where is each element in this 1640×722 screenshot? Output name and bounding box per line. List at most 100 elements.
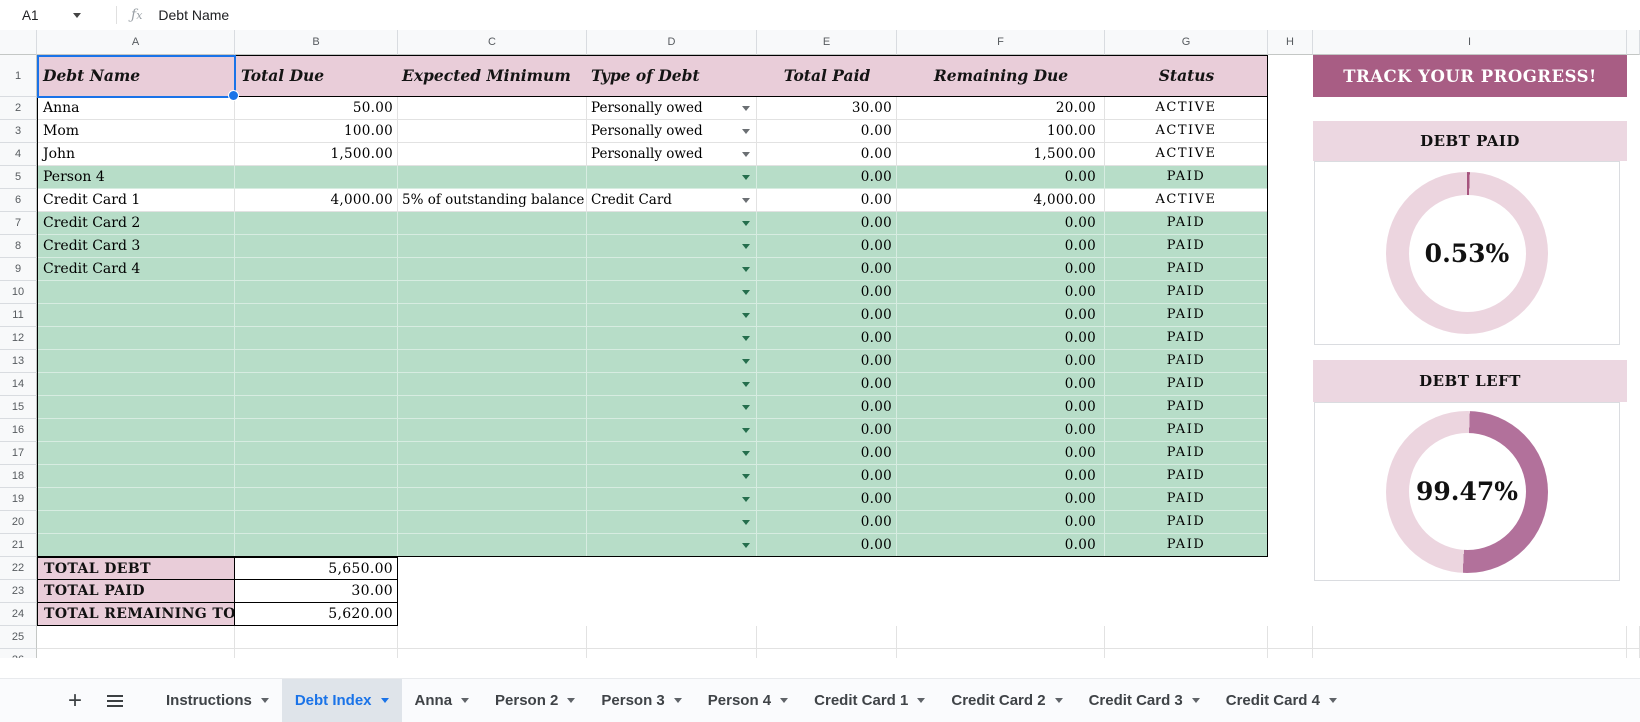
column-header-partial[interactable] bbox=[1627, 30, 1640, 55]
sheet-tab-debt-index[interactable]: Debt Index bbox=[282, 679, 402, 722]
cell-status[interactable]: PAID bbox=[1105, 373, 1268, 396]
type-of-debt-dropdown-icon[interactable] bbox=[742, 152, 750, 157]
cell-expected-minimum[interactable] bbox=[398, 120, 587, 143]
cell-expected-minimum[interactable] bbox=[398, 235, 587, 258]
cell-debt-name[interactable] bbox=[37, 465, 235, 488]
cell[interactable] bbox=[1627, 235, 1640, 258]
cell-status[interactable]: ACTIVE bbox=[1105, 120, 1268, 143]
column-header-A[interactable]: A bbox=[37, 30, 235, 55]
type-of-debt-dropdown-icon[interactable] bbox=[742, 244, 750, 249]
type-of-debt-dropdown-icon[interactable] bbox=[742, 451, 750, 456]
column-title-remaining-due[interactable]: Remaining Due bbox=[897, 55, 1105, 97]
row-header-15[interactable]: 15 bbox=[0, 396, 37, 419]
cell-remaining-due[interactable]: 0.00 bbox=[897, 235, 1105, 258]
cell[interactable] bbox=[1105, 580, 1268, 603]
cell-remaining-due[interactable]: 0.00 bbox=[897, 166, 1105, 189]
cell-total-due[interactable] bbox=[235, 396, 398, 419]
cell-total-paid[interactable]: 0.00 bbox=[757, 258, 897, 281]
cell-total-due[interactable]: 50.00 bbox=[235, 97, 398, 120]
cell[interactable] bbox=[1268, 649, 1313, 658]
cell-type-of-debt[interactable] bbox=[587, 396, 757, 419]
cell[interactable] bbox=[897, 580, 1105, 603]
cell-type-of-debt[interactable] bbox=[587, 304, 757, 327]
cell[interactable] bbox=[1313, 580, 1627, 603]
cell-expected-minimum[interactable] bbox=[398, 304, 587, 327]
row-header-4[interactable]: 4 bbox=[0, 143, 37, 166]
cell-total-paid[interactable]: 0.00 bbox=[757, 235, 897, 258]
cell-status[interactable]: PAID bbox=[1105, 327, 1268, 350]
type-of-debt-dropdown-icon[interactable] bbox=[742, 428, 750, 433]
cell[interactable] bbox=[1268, 626, 1313, 649]
type-of-debt-dropdown-icon[interactable] bbox=[742, 543, 750, 548]
sheet-tab-instructions[interactable]: Instructions bbox=[153, 679, 282, 722]
cell[interactable] bbox=[1105, 626, 1268, 649]
cell[interactable] bbox=[1105, 557, 1268, 580]
cell-total-paid[interactable]: 0.00 bbox=[757, 373, 897, 396]
cell[interactable] bbox=[1627, 212, 1640, 235]
cell-total-due[interactable] bbox=[235, 442, 398, 465]
cell-debt-name[interactable]: Anna bbox=[37, 97, 235, 120]
cell-status[interactable]: ACTIVE bbox=[1105, 143, 1268, 166]
row-header-6[interactable]: 6 bbox=[0, 189, 37, 212]
cell-debt-name[interactable] bbox=[37, 304, 235, 327]
cell[interactable] bbox=[1627, 488, 1640, 511]
cell-debt-name[interactable]: Credit Card 3 bbox=[37, 235, 235, 258]
column-header-G[interactable]: G bbox=[1105, 30, 1268, 55]
cell-type-of-debt[interactable] bbox=[587, 281, 757, 304]
formula-input[interactable]: Debt Name bbox=[158, 7, 229, 23]
row-header-1[interactable]: 1 bbox=[0, 55, 37, 97]
cell-total-paid[interactable]: 0.00 bbox=[757, 166, 897, 189]
cell-status[interactable]: PAID bbox=[1105, 166, 1268, 189]
cell[interactable] bbox=[1627, 396, 1640, 419]
cell-total-due[interactable] bbox=[235, 373, 398, 396]
column-title-expected-minimum[interactable]: Expected Minimum bbox=[398, 55, 587, 97]
cell-expected-minimum[interactable] bbox=[398, 465, 587, 488]
cell[interactable] bbox=[1627, 557, 1640, 580]
cell[interactable] bbox=[1268, 442, 1313, 465]
chevron-down-icon[interactable] bbox=[1329, 698, 1337, 703]
cell-status[interactable]: PAID bbox=[1105, 442, 1268, 465]
row-header-13[interactable]: 13 bbox=[0, 350, 37, 373]
cell-type-of-debt[interactable] bbox=[587, 442, 757, 465]
cell[interactable] bbox=[897, 626, 1105, 649]
cell-remaining-due[interactable]: 0.00 bbox=[897, 442, 1105, 465]
sheet-tab-person-2[interactable]: Person 2 bbox=[482, 679, 588, 722]
cell-expected-minimum[interactable] bbox=[398, 419, 587, 442]
type-of-debt-dropdown-icon[interactable] bbox=[742, 267, 750, 272]
cell-debt-name[interactable] bbox=[37, 511, 235, 534]
cell[interactable] bbox=[587, 603, 757, 626]
type-of-debt-dropdown-icon[interactable] bbox=[742, 175, 750, 180]
cell-remaining-due[interactable]: 0.00 bbox=[897, 350, 1105, 373]
cell-type-of-debt[interactable] bbox=[587, 327, 757, 350]
sheet-tab-anna[interactable]: Anna bbox=[402, 679, 483, 722]
cell[interactable] bbox=[587, 557, 757, 580]
debt-left-chart[interactable]: 99.47% bbox=[1314, 402, 1620, 581]
cell-status[interactable]: PAID bbox=[1105, 350, 1268, 373]
cell-total-paid[interactable]: 0.00 bbox=[757, 327, 897, 350]
cell[interactable] bbox=[398, 557, 587, 580]
type-of-debt-dropdown-icon[interactable] bbox=[742, 497, 750, 502]
total-label[interactable]: TOTAL DEBT bbox=[37, 557, 235, 580]
cell[interactable] bbox=[398, 649, 587, 658]
column-title-total-due[interactable]: Total Due bbox=[235, 55, 398, 97]
cell[interactable] bbox=[1313, 626, 1627, 649]
cell[interactable] bbox=[1268, 373, 1313, 396]
cell[interactable] bbox=[398, 580, 587, 603]
cell[interactable] bbox=[235, 649, 398, 658]
cell-expected-minimum[interactable]: 5% of outstanding balance bbox=[398, 189, 587, 212]
cell-expected-minimum[interactable] bbox=[398, 396, 587, 419]
cell-total-paid[interactable]: 0.00 bbox=[757, 488, 897, 511]
cell-remaining-due[interactable]: 0.00 bbox=[897, 419, 1105, 442]
row-header-17[interactable]: 17 bbox=[0, 442, 37, 465]
cell-total-due[interactable]: 100.00 bbox=[235, 120, 398, 143]
cell-remaining-due[interactable]: 0.00 bbox=[897, 281, 1105, 304]
cell-total-paid[interactable]: 0.00 bbox=[757, 534, 897, 557]
cell-status[interactable]: PAID bbox=[1105, 304, 1268, 327]
cell[interactable] bbox=[1268, 55, 1313, 97]
cell-debt-name[interactable]: Mom bbox=[37, 120, 235, 143]
cell-remaining-due[interactable]: 1,500.00 bbox=[897, 143, 1105, 166]
row-header-20[interactable]: 20 bbox=[0, 511, 37, 534]
chevron-down-icon[interactable] bbox=[1192, 698, 1200, 703]
type-of-debt-dropdown-icon[interactable] bbox=[742, 290, 750, 295]
cell[interactable] bbox=[1105, 649, 1268, 658]
